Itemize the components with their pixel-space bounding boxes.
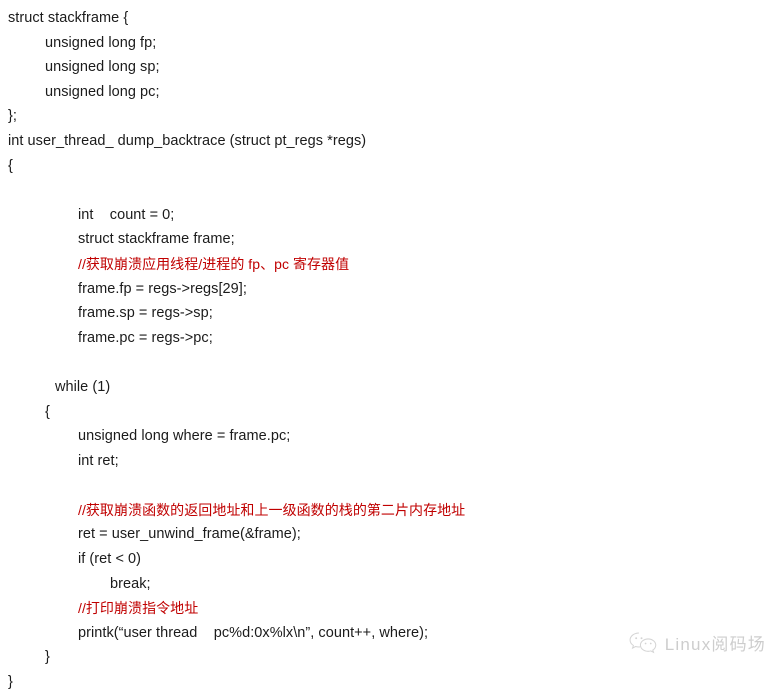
- code-line: int user_thread_ dump_backtrace (struct …: [8, 132, 367, 149]
- watermark-text: Linux阅码场: [664, 635, 766, 654]
- code-line: unsigned long pc;: [45, 83, 160, 100]
- code-comment-line: //获取崩溃应用线程/进程的 fp、pc 寄存器值: [78, 255, 350, 272]
- wechat-icon: [629, 632, 656, 653]
- code-line: while (1): [55, 378, 111, 395]
- code-line: {: [8, 157, 13, 174]
- code-line: }: [8, 674, 13, 691]
- code-comment-line: //获取崩溃函数的返回地址和上一级函数的栈的第二片内存地址: [78, 501, 466, 518]
- code-line: ret = user_unwind_frame(&frame);: [78, 526, 301, 543]
- code-line: int ret;: [78, 452, 119, 469]
- code-line: };: [8, 108, 17, 125]
- code-line: {: [45, 403, 50, 420]
- code-listing: struct stackframe { unsigned long fp; unsi…: [0, 0, 782, 695]
- code-line: int count = 0;: [78, 206, 175, 223]
- watermark: Linux阅码场: [628, 630, 766, 655]
- code-line: if (ret < 0): [78, 551, 142, 568]
- code-line: unsigned long where = frame.pc;: [78, 428, 291, 445]
- code-line: unsigned long fp;: [45, 34, 157, 51]
- code-line: struct stackframe frame;: [78, 231, 235, 248]
- code-line: struct stackframe {: [8, 10, 129, 26]
- code-line: break;: [110, 575, 151, 592]
- code-line: unsigned long sp;: [45, 59, 160, 76]
- code-line: frame.sp = regs->sp;: [78, 305, 213, 322]
- code-comment-line: //打印崩溃指令地址: [78, 600, 199, 617]
- code-line: frame.pc = regs->pc;: [78, 329, 213, 346]
- code-line: frame.fp = regs->regs[29];: [78, 280, 247, 297]
